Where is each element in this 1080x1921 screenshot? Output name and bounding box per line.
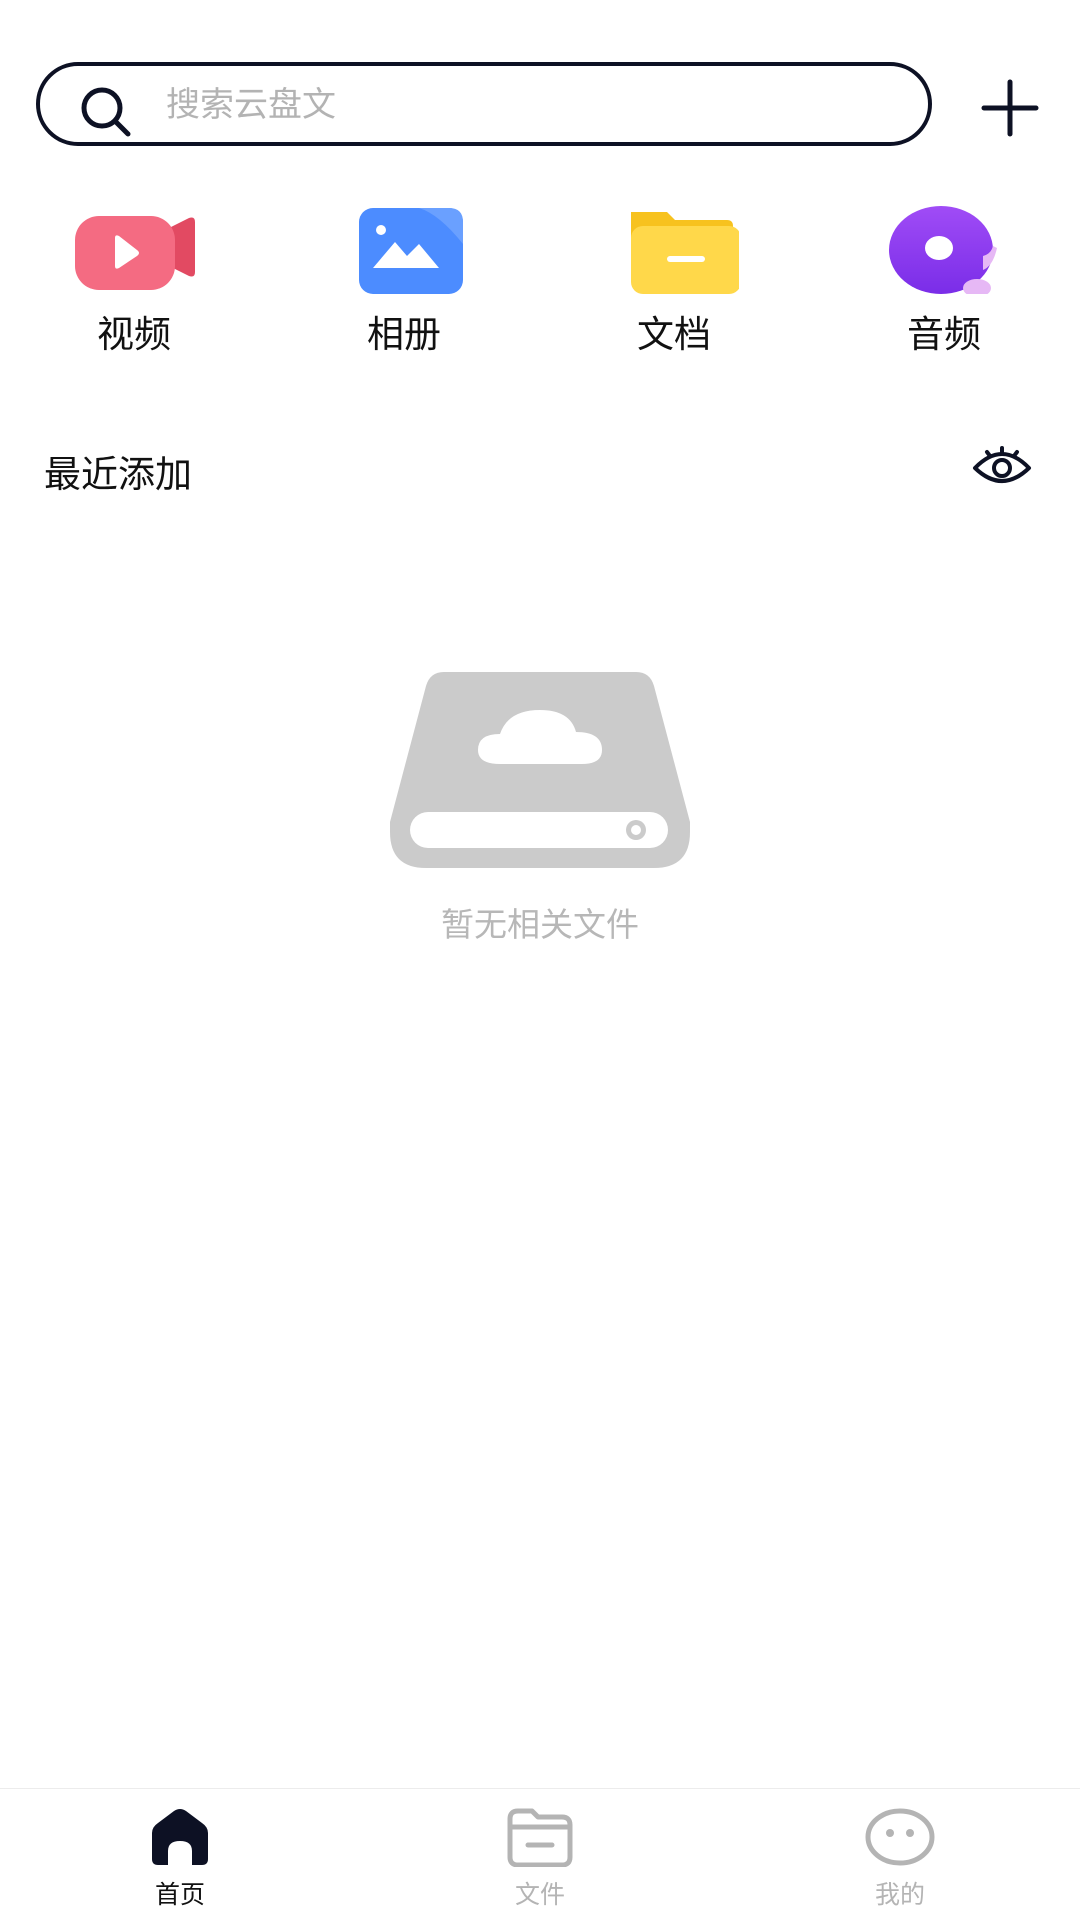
tab-home[interactable]: 首页 <box>80 1789 280 1921</box>
category-album[interactable]: 相册 <box>304 204 504 364</box>
category-audio[interactable]: 音频 <box>844 204 1044 364</box>
cloud-drive-icon <box>390 672 690 868</box>
category-label: 视频 <box>97 313 171 356</box>
tab-label: 我的 <box>874 1880 925 1909</box>
search-input[interactable] <box>164 66 888 144</box>
tab-label: 文件 <box>514 1880 565 1909</box>
folder-icon <box>507 1808 573 1867</box>
category-label: 文档 <box>637 313 711 356</box>
document-folder-icon <box>631 212 739 294</box>
empty-state-text: 暂无相关文件 <box>441 905 639 944</box>
album-icon <box>359 208 463 294</box>
tab-label: 首页 <box>154 1880 205 1909</box>
video-icon <box>75 216 195 290</box>
home-icon <box>152 1809 208 1865</box>
category-grid: 视频 相册 文档 音频 <box>0 204 1080 364</box>
search-box[interactable] <box>36 62 932 146</box>
category-video[interactable]: 视频 <box>34 204 234 364</box>
tab-profile[interactable]: 我的 <box>800 1789 1000 1921</box>
category-documents[interactable]: 文档 <box>574 204 774 364</box>
recent-section-title: 最近添加 <box>44 453 192 496</box>
search-icon <box>81 87 131 137</box>
category-label: 音频 <box>907 313 981 356</box>
audio-icon <box>889 206 997 294</box>
profile-icon <box>865 1808 935 1866</box>
plus-icon[interactable] <box>978 76 1042 140</box>
eye-icon[interactable] <box>972 446 1032 486</box>
bottom-tab-bar: 首页 文件 我的 <box>0 1788 1080 1921</box>
search-row <box>0 60 1080 154</box>
category-label: 相册 <box>367 313 441 356</box>
tab-files[interactable]: 文件 <box>440 1789 640 1921</box>
